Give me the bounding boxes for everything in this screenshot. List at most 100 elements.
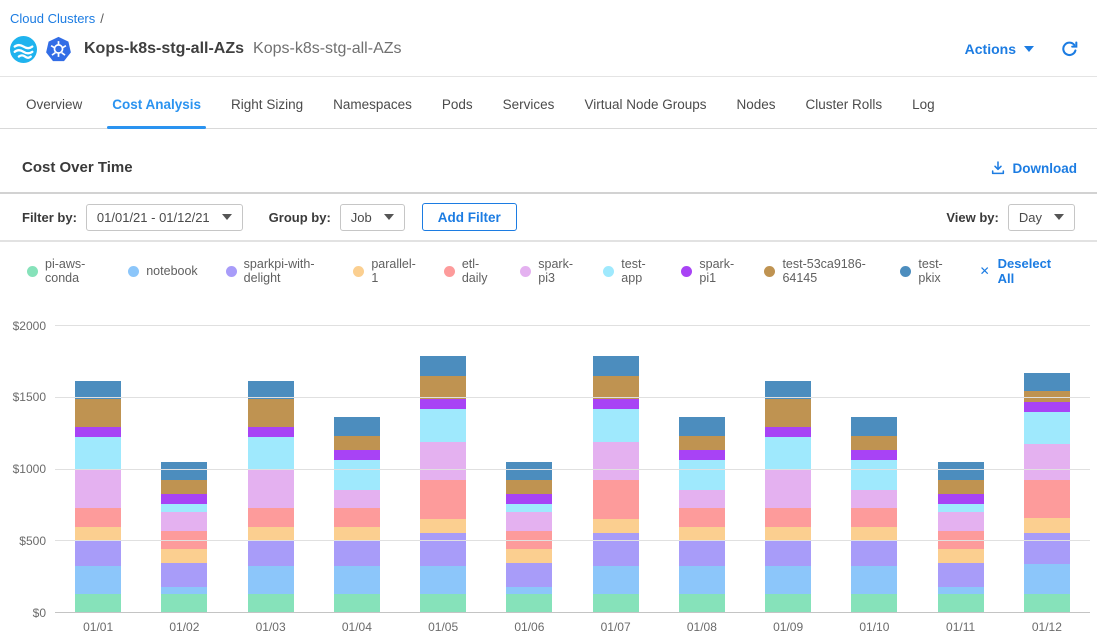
bar-segment-pi-aws-conda[interactable] bbox=[506, 594, 552, 613]
stacked-bar-01-12[interactable] bbox=[1024, 326, 1070, 613]
deselect-all-button[interactable]: ✕ Deselect All bbox=[980, 256, 1052, 286]
stacked-bar-01-11[interactable] bbox=[938, 326, 984, 613]
bar-segment-spark-pi3[interactable] bbox=[334, 490, 380, 508]
bar-segment-notebook[interactable] bbox=[938, 587, 984, 594]
bar-segment-sparkpi-with-delight[interactable] bbox=[75, 541, 121, 567]
actions-button[interactable]: Actions bbox=[965, 41, 1034, 57]
bar-segment-test-pkix[interactable] bbox=[593, 356, 639, 375]
bar-segment-test-app[interactable] bbox=[765, 437, 811, 470]
bar-segment-test-pkix[interactable] bbox=[506, 462, 552, 480]
bar-segment-pi-aws-conda[interactable] bbox=[851, 594, 897, 613]
bar-segment-sparkpi-with-delight[interactable] bbox=[851, 541, 897, 567]
legend-item-sparkpi-with-delight[interactable]: sparkpi-with-delight bbox=[226, 257, 326, 285]
bar-segment-spark-pi3[interactable] bbox=[679, 490, 725, 508]
bar-segment-sparkpi-with-delight[interactable] bbox=[938, 563, 984, 587]
bar-segment-test-53ca9186-64145[interactable] bbox=[851, 436, 897, 450]
bar-segment-sparkpi-with-delight[interactable] bbox=[248, 541, 294, 567]
bar-segment-test-app[interactable] bbox=[248, 437, 294, 470]
bar-segment-parallel-1[interactable] bbox=[506, 549, 552, 563]
tab-services[interactable]: Services bbox=[488, 77, 570, 128]
stacked-bar-01-01[interactable] bbox=[75, 326, 121, 613]
bar-segment-parallel-1[interactable] bbox=[75, 527, 121, 541]
bar-segment-etl-daily[interactable] bbox=[593, 480, 639, 519]
bar-segment-test-app[interactable] bbox=[161, 504, 207, 512]
breadcrumb-link-cloud-clusters[interactable]: Cloud Clusters bbox=[10, 11, 95, 26]
view-by-select[interactable]: Day bbox=[1008, 204, 1075, 231]
bar-segment-notebook[interactable] bbox=[334, 566, 380, 594]
legend-item-test-pkix[interactable]: test-pkix bbox=[900, 257, 951, 285]
bar-segment-test-pkix[interactable] bbox=[420, 356, 466, 375]
bar-segment-test-pkix[interactable] bbox=[851, 417, 897, 436]
download-button[interactable]: Download bbox=[990, 160, 1078, 176]
bar-segment-etl-daily[interactable] bbox=[851, 508, 897, 527]
bar-segment-test-53ca9186-64145[interactable] bbox=[75, 399, 121, 427]
tab-cost-analysis[interactable]: Cost Analysis bbox=[97, 77, 216, 128]
bar-segment-spark-pi1[interactable] bbox=[679, 450, 725, 460]
bar-segment-test-pkix[interactable] bbox=[938, 462, 984, 480]
bar-segment-test-53ca9186-64145[interactable] bbox=[248, 399, 294, 427]
bar-segment-spark-pi3[interactable] bbox=[851, 490, 897, 508]
bar-segment-parallel-1[interactable] bbox=[593, 519, 639, 533]
bar-segment-etl-daily[interactable] bbox=[679, 508, 725, 527]
bar-segment-parallel-1[interactable] bbox=[679, 527, 725, 541]
bar-segment-test-app[interactable] bbox=[506, 504, 552, 512]
stacked-bar-01-03[interactable] bbox=[248, 326, 294, 613]
bar-segment-etl-daily[interactable] bbox=[75, 508, 121, 527]
bar-segment-test-53ca9186-64145[interactable] bbox=[679, 436, 725, 450]
bar-segment-spark-pi3[interactable] bbox=[161, 512, 207, 531]
bar-segment-spark-pi3[interactable] bbox=[765, 470, 811, 509]
stacked-bar-01-04[interactable] bbox=[334, 326, 380, 613]
refresh-button[interactable] bbox=[1060, 40, 1079, 59]
stacked-bar-01-07[interactable] bbox=[593, 326, 639, 613]
bar-segment-notebook[interactable] bbox=[679, 566, 725, 594]
bar-segment-test-53ca9186-64145[interactable] bbox=[938, 480, 984, 494]
legend-item-spark-pi3[interactable]: spark-pi3 bbox=[520, 257, 575, 285]
bar-segment-test-app[interactable] bbox=[851, 460, 897, 490]
tab-log[interactable]: Log bbox=[897, 77, 950, 128]
bar-segment-parallel-1[interactable] bbox=[938, 549, 984, 563]
legend-item-pi-aws-conda[interactable]: pi-aws-conda bbox=[27, 257, 100, 285]
bar-segment-parallel-1[interactable] bbox=[334, 527, 380, 541]
bar-segment-spark-pi3[interactable] bbox=[938, 512, 984, 531]
bar-segment-test-53ca9186-64145[interactable] bbox=[161, 480, 207, 494]
bar-segment-test-app[interactable] bbox=[420, 409, 466, 442]
add-filter-button[interactable]: Add Filter bbox=[422, 203, 517, 231]
bar-segment-spark-pi1[interactable] bbox=[248, 427, 294, 437]
bar-segment-test-53ca9186-64145[interactable] bbox=[334, 436, 380, 450]
bar-segment-spark-pi1[interactable] bbox=[1024, 402, 1070, 412]
bar-segment-parallel-1[interactable] bbox=[1024, 518, 1070, 534]
bar-segment-spark-pi3[interactable] bbox=[506, 512, 552, 531]
bar-segment-pi-aws-conda[interactable] bbox=[1024, 594, 1070, 613]
bar-segment-pi-aws-conda[interactable] bbox=[593, 594, 639, 613]
tab-pods[interactable]: Pods bbox=[427, 77, 488, 128]
bar-segment-spark-pi3[interactable] bbox=[420, 442, 466, 481]
bar-segment-pi-aws-conda[interactable] bbox=[334, 594, 380, 613]
bar-segment-parallel-1[interactable] bbox=[765, 527, 811, 541]
bar-segment-test-53ca9186-64145[interactable] bbox=[593, 376, 639, 399]
bar-segment-notebook[interactable] bbox=[506, 587, 552, 594]
bar-segment-sparkpi-with-delight[interactable] bbox=[1024, 533, 1070, 564]
bar-segment-test-pkix[interactable] bbox=[679, 417, 725, 436]
bar-segment-spark-pi3[interactable] bbox=[248, 470, 294, 509]
bar-segment-test-pkix[interactable] bbox=[334, 417, 380, 436]
tab-namespaces[interactable]: Namespaces bbox=[318, 77, 427, 128]
stacked-bar-01-02[interactable] bbox=[161, 326, 207, 613]
bar-segment-test-53ca9186-64145[interactable] bbox=[765, 399, 811, 427]
legend-item-notebook[interactable]: notebook bbox=[128, 264, 197, 278]
bar-segment-test-app[interactable] bbox=[75, 437, 121, 470]
bar-segment-spark-pi1[interactable] bbox=[334, 450, 380, 460]
tab-right-sizing[interactable]: Right Sizing bbox=[216, 77, 318, 128]
stacked-bar-01-06[interactable] bbox=[506, 326, 552, 613]
bar-segment-test-app[interactable] bbox=[1024, 412, 1070, 444]
bar-segment-test-app[interactable] bbox=[679, 460, 725, 490]
bar-segment-spark-pi1[interactable] bbox=[593, 399, 639, 409]
bar-segment-parallel-1[interactable] bbox=[248, 527, 294, 541]
bar-segment-pi-aws-conda[interactable] bbox=[679, 594, 725, 613]
bar-segment-test-app[interactable] bbox=[334, 460, 380, 490]
bar-segment-parallel-1[interactable] bbox=[420, 519, 466, 533]
legend-item-parallel-1[interactable]: parallel-1 bbox=[353, 257, 415, 285]
legend-item-test-53ca9186-64145[interactable]: test-53ca9186-64145 bbox=[764, 257, 872, 285]
bar-segment-pi-aws-conda[interactable] bbox=[765, 594, 811, 613]
bar-segment-etl-daily[interactable] bbox=[334, 508, 380, 527]
tab-virtual-node-groups[interactable]: Virtual Node Groups bbox=[569, 77, 721, 128]
